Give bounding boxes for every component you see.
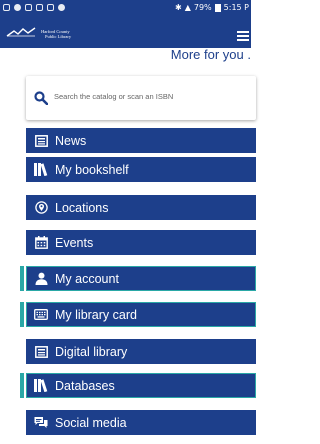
search-icon bbox=[34, 91, 48, 105]
menu-item-label: Locations bbox=[55, 200, 109, 215]
newspaper-icon bbox=[34, 134, 48, 148]
books-icon bbox=[34, 379, 48, 393]
bluetooth-icon: ✱ bbox=[175, 3, 182, 12]
logo-line-2: Public Library bbox=[45, 34, 72, 39]
menu-item-label: Digital library bbox=[55, 344, 128, 359]
menu-item-digital-library[interactable]: Digital library bbox=[26, 339, 256, 364]
logo-text: Harford County Public Library bbox=[41, 29, 71, 39]
status-right: ✱ ▲ 79% 5:15 P bbox=[175, 0, 249, 15]
menu-item-social-media[interactable]: Social media bbox=[26, 410, 256, 435]
keyboard-card-icon bbox=[34, 308, 48, 322]
newspaper-icon bbox=[34, 345, 48, 359]
search-input[interactable]: Search the catalog or scan an ISBN bbox=[26, 76, 256, 120]
promo-heading: More for you . bbox=[170, 47, 251, 62]
search-placeholder: Search the catalog or scan an ISBN bbox=[54, 92, 174, 101]
notification-icon bbox=[3, 4, 10, 11]
menu-item-label: My library card bbox=[55, 307, 137, 322]
clock: 5:15 P bbox=[223, 3, 249, 12]
notification-icon bbox=[14, 4, 21, 11]
menu-item-my-library-card[interactable]: My library card bbox=[20, 302, 256, 327]
app-header: Harford County Public Library bbox=[0, 15, 251, 48]
menu-item-my-bookshelf[interactable]: My bookshelf bbox=[26, 157, 256, 182]
menu-item-label: My bookshelf bbox=[55, 162, 129, 177]
notification-icon bbox=[36, 4, 43, 11]
location-pin-icon bbox=[34, 201, 48, 215]
battery-percent: 79% bbox=[193, 3, 212, 12]
chat-bubbles-icon bbox=[34, 416, 48, 430]
menu-item-locations[interactable]: Locations bbox=[26, 195, 256, 220]
menu-item-label: News bbox=[55, 133, 87, 148]
notification-icon bbox=[58, 4, 65, 11]
user-icon bbox=[34, 272, 48, 286]
notification-icon bbox=[25, 4, 32, 11]
signal-icon: ▲ bbox=[184, 3, 191, 12]
menu-item-my-account[interactable]: My account bbox=[20, 266, 256, 291]
menu-item-databases[interactable]: Databases bbox=[20, 373, 256, 398]
notification-icons bbox=[3, 0, 65, 15]
books-icon bbox=[34, 163, 48, 177]
menu-item-label: Social media bbox=[55, 415, 127, 430]
menu-item-news[interactable]: News bbox=[26, 128, 256, 153]
menu-item-label: My account bbox=[55, 271, 119, 286]
menu-item-label: Databases bbox=[55, 378, 115, 393]
library-logo[interactable] bbox=[6, 27, 36, 37]
menu-item-events[interactable]: Events bbox=[26, 230, 256, 255]
menu-item-label: Events bbox=[55, 235, 94, 250]
notification-icon bbox=[47, 4, 54, 11]
hamburger-menu-icon[interactable] bbox=[237, 31, 249, 41]
calendar-icon bbox=[34, 236, 48, 250]
battery-icon bbox=[214, 3, 221, 12]
